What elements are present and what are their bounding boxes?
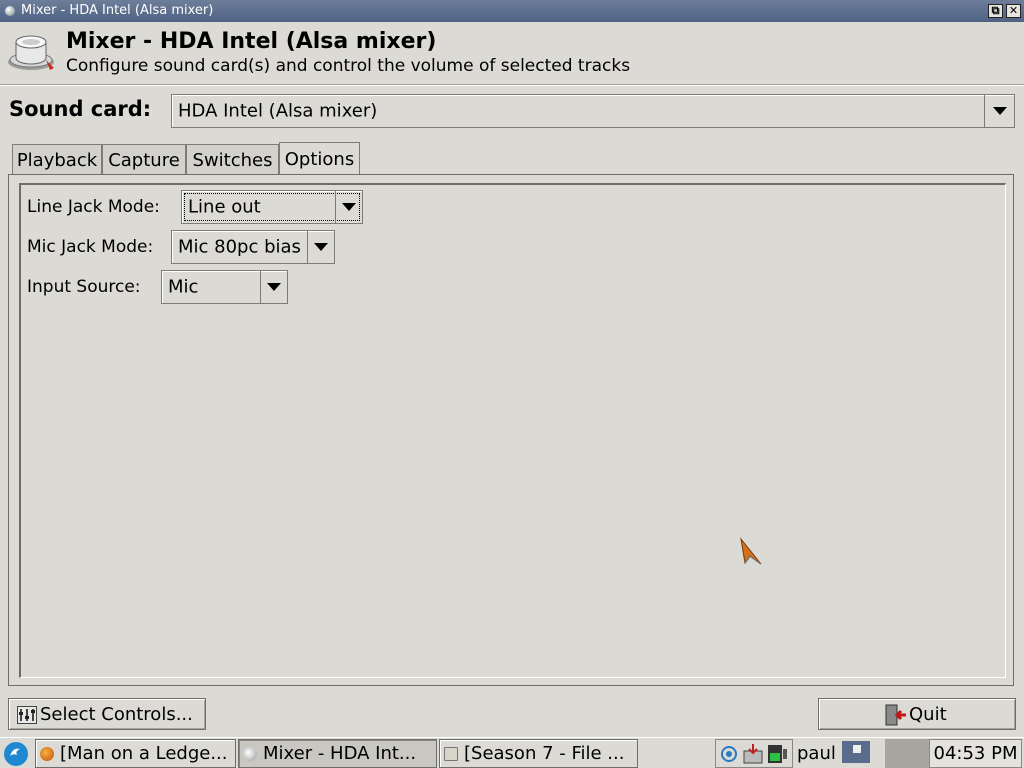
task-file-manager-label: [Season 7 - File ... bbox=[464, 743, 625, 764]
chevron-down-icon[interactable] bbox=[984, 95, 1014, 127]
window-titlebar[interactable]: Mixer - HDA Intel (Alsa mixer) ⧉ ✕ bbox=[0, 0, 1024, 22]
sound-card-value: HDA Intel (Alsa mixer) bbox=[178, 100, 378, 122]
chevron-down-icon[interactable] bbox=[307, 231, 334, 263]
task-file-manager[interactable]: [Season 7 - File ... bbox=[439, 739, 638, 768]
input-source-value: Mic bbox=[168, 276, 199, 298]
username-label: paul bbox=[797, 743, 836, 764]
app-title: Mixer - HDA Intel (Alsa mixer) bbox=[66, 29, 437, 54]
pager-desktop-2[interactable] bbox=[885, 739, 929, 768]
input-source-select[interactable]: Mic bbox=[161, 270, 288, 304]
firefox-icon bbox=[40, 747, 54, 761]
task-mixer-label: Mixer - HDA Int... bbox=[263, 743, 417, 764]
options-panel-content bbox=[19, 183, 1006, 678]
clock[interactable]: 04:53 PM bbox=[929, 739, 1022, 768]
header-separator bbox=[0, 84, 1024, 86]
task-firefox-label: [Man on a Ledge... bbox=[60, 743, 228, 764]
system-tray bbox=[715, 739, 793, 768]
mic-jack-mode-select[interactable]: Mic 80pc bias bbox=[171, 230, 335, 264]
taskbar: [Man on a Ledge... Mixer - HDA Int... [S… bbox=[0, 737, 1024, 768]
mic-jack-mode-value: Mic 80pc bias bbox=[178, 236, 301, 258]
tab-capture[interactable]: Capture bbox=[102, 144, 186, 174]
quit-button[interactable]: Quit bbox=[818, 698, 1016, 730]
mixer-controls-icon bbox=[17, 706, 37, 724]
tab-options[interactable]: Options bbox=[279, 142, 360, 175]
select-controls-label: Select Controls... bbox=[40, 704, 193, 725]
chevron-down-icon[interactable] bbox=[335, 191, 362, 223]
start-menu-icon[interactable] bbox=[3, 741, 29, 767]
mic-jack-mode-label: Mic Jack Mode: bbox=[27, 237, 154, 257]
quit-label: Quit bbox=[909, 704, 947, 725]
sound-card-select[interactable]: HDA Intel (Alsa mixer) bbox=[171, 94, 1015, 128]
line-jack-mode-value: Line out bbox=[188, 196, 261, 218]
mixer-icon bbox=[243, 747, 257, 761]
network-icon[interactable] bbox=[720, 745, 738, 763]
task-mixer[interactable]: Mixer - HDA Int... bbox=[238, 739, 437, 768]
window-title: Mixer - HDA Intel (Alsa mixer) bbox=[21, 3, 214, 18]
task-firefox[interactable]: [Man on a Ledge... bbox=[35, 739, 236, 768]
chevron-down-icon[interactable] bbox=[260, 271, 287, 303]
select-controls-button[interactable]: Select Controls... bbox=[8, 698, 206, 730]
mouse-cursor-icon bbox=[740, 537, 762, 565]
line-jack-mode-select[interactable]: Line out bbox=[181, 190, 363, 224]
pager-desktop-icon[interactable] bbox=[842, 741, 870, 763]
sound-card-label: Sound card: bbox=[9, 97, 152, 121]
line-jack-mode-label: Line Jack Mode: bbox=[27, 197, 160, 217]
input-source-label: Input Source: bbox=[27, 277, 141, 297]
app-subtitle: Configure sound card(s) and control the … bbox=[66, 56, 631, 76]
tab-switches[interactable]: Switches bbox=[186, 144, 279, 174]
tab-playback[interactable]: Playback bbox=[12, 144, 102, 174]
exit-door-icon bbox=[885, 704, 906, 726]
update-icon[interactable] bbox=[742, 743, 764, 765]
close-button[interactable]: ✕ bbox=[1006, 4, 1021, 18]
speaker-knob-icon bbox=[8, 35, 54, 70]
restore-button[interactable]: ⧉ bbox=[988, 4, 1003, 18]
window-menu-icon[interactable] bbox=[5, 6, 15, 16]
battery-icon[interactable] bbox=[766, 743, 788, 765]
folder-icon bbox=[444, 747, 458, 761]
